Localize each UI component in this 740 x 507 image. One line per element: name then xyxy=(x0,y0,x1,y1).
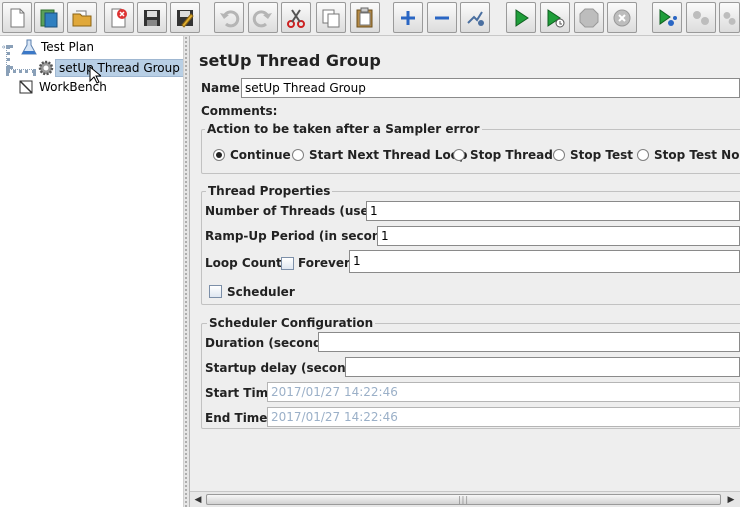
save-as-icon xyxy=(177,9,194,28)
remote-shutdown-button[interactable] xyxy=(719,2,740,33)
scheduler-label: Scheduler xyxy=(227,285,295,299)
name-label: Name: xyxy=(201,81,245,95)
horizontal-scrollbar[interactable]: ◀ ||| ▶ xyxy=(190,491,740,507)
duration-label: Duration (seconds) xyxy=(205,336,335,350)
tree-connector xyxy=(6,69,36,73)
tree-expand-handle-icon[interactable] xyxy=(2,38,10,56)
scrollbar-thumb[interactable]: ||| xyxy=(206,494,721,505)
forever-checkbox[interactable] xyxy=(281,257,294,270)
templates-icon xyxy=(40,9,58,27)
loop-count-input[interactable]: 1 xyxy=(349,250,740,273)
redo-icon xyxy=(252,9,272,27)
tree-node-test-plan[interactable]: Test Plan xyxy=(2,38,97,56)
open-button[interactable] xyxy=(67,2,97,33)
scroll-left-arrow-icon[interactable]: ◀ xyxy=(191,493,205,507)
undo-icon xyxy=(220,9,240,27)
start-no-pauses-icon xyxy=(547,8,565,27)
radio-dot-stop-test[interactable] xyxy=(553,149,565,161)
splitter-handle[interactable] xyxy=(183,36,190,507)
shutdown-button[interactable] xyxy=(607,2,637,33)
duration-input[interactable] xyxy=(318,332,740,352)
save-as-button[interactable] xyxy=(170,2,200,33)
remote-shutdown-icon xyxy=(723,11,736,25)
redo-button[interactable] xyxy=(248,2,278,33)
radio-stop-thread[interactable]: Stop Thread xyxy=(453,148,553,162)
rampup-input[interactable]: 1 xyxy=(377,226,740,246)
radio-dot-continue[interactable] xyxy=(213,149,225,161)
expand-button[interactable] xyxy=(393,2,423,33)
start-no-pauses-button[interactable] xyxy=(540,2,570,33)
expand-icon xyxy=(401,10,415,25)
radio-label-stop-test: Stop Test xyxy=(570,148,633,162)
close-file-icon xyxy=(111,8,127,27)
radio-label-continue: Continue xyxy=(230,148,291,162)
test-plan-tree: Test Plan setUp Thread Group WorkBench xyxy=(0,36,184,507)
threads-label: Number of Threads (users): xyxy=(205,204,393,218)
copy-button[interactable] xyxy=(316,2,346,33)
scheduler-config-legend: Scheduler Configuration xyxy=(207,316,376,330)
paste-icon xyxy=(356,7,373,27)
scroll-right-arrow-icon[interactable]: ▶ xyxy=(724,493,738,507)
gear-icon xyxy=(38,60,54,76)
toggle-icon xyxy=(467,10,484,26)
open-icon xyxy=(72,10,92,26)
undo-button[interactable] xyxy=(214,2,244,33)
start-time-input: 2017/01/27 14:22:46 xyxy=(267,382,740,402)
paste-button[interactable] xyxy=(350,2,380,33)
start-icon xyxy=(515,8,529,27)
mouse-cursor-icon xyxy=(89,66,101,84)
new-button[interactable] xyxy=(2,2,32,33)
cut-icon xyxy=(287,8,305,28)
workbench-icon xyxy=(19,80,33,94)
radio-continue[interactable]: Continue xyxy=(213,148,291,162)
start-button[interactable] xyxy=(506,2,536,33)
thread-properties-legend: Thread Properties xyxy=(206,184,333,198)
tree-label-setup-thread-group: setUp Thread Group xyxy=(55,59,184,77)
name-input[interactable]: setUp Thread Group xyxy=(241,78,740,98)
radio-label-start-next-thread-loop: Start Next Thread Loop xyxy=(309,148,468,162)
cut-button[interactable] xyxy=(281,2,311,33)
threads-input[interactable]: 1 xyxy=(366,201,740,221)
radio-label-stop-test-now: Stop Test Now xyxy=(654,148,740,162)
toolbar xyxy=(0,0,740,36)
start-time-label: Start Time xyxy=(205,386,277,400)
remote-stop-button[interactable] xyxy=(686,2,716,33)
shutdown-icon xyxy=(613,9,631,26)
flask-icon xyxy=(21,39,37,55)
main-panel: setUp Thread Group Name: setUp Thread Gr… xyxy=(190,36,740,507)
radio-label-stop-thread: Stop Thread xyxy=(470,148,553,162)
radio-dot-stop-thread[interactable] xyxy=(453,149,465,161)
end-time-label: End Time xyxy=(205,411,268,425)
scheduler-checkbox[interactable] xyxy=(209,285,222,298)
remote-start-icon xyxy=(659,8,677,26)
startup-delay-input[interactable] xyxy=(345,357,740,377)
stop-icon xyxy=(579,8,599,27)
forever-label: Forever xyxy=(298,256,350,270)
radio-start-next-thread-loop[interactable]: Start Next Thread Loop xyxy=(292,148,468,162)
copy-icon xyxy=(322,9,340,27)
radio-dot-start-next-thread-loop[interactable] xyxy=(292,149,304,161)
comments-label: Comments: xyxy=(201,104,278,118)
end-time-input: 2017/01/27 14:22:46 xyxy=(267,407,740,427)
sampler-error-legend: Action to be taken after a Sampler error xyxy=(205,122,482,136)
save-icon xyxy=(144,9,160,26)
radio-stop-test[interactable]: Stop Test xyxy=(553,148,633,162)
tree-node-setup-thread-group[interactable]: setUp Thread Group xyxy=(37,59,184,77)
new-icon xyxy=(10,8,25,27)
radio-stop-test-now[interactable]: Stop Test Now xyxy=(637,148,740,162)
templates-button[interactable] xyxy=(34,2,64,33)
tree-label-test-plan: Test Plan xyxy=(41,40,94,54)
startup-delay-label: Startup delay (seconds) xyxy=(205,361,367,375)
page-title: setUp Thread Group xyxy=(199,51,381,70)
stop-button[interactable] xyxy=(574,2,604,33)
collapse-button[interactable] xyxy=(427,2,457,33)
collapse-icon xyxy=(435,16,449,19)
close-file-button[interactable] xyxy=(104,2,134,33)
toggle-button[interactable] xyxy=(460,2,490,33)
remote-start-button[interactable] xyxy=(652,2,682,33)
loop-count-label: Loop Count: xyxy=(205,256,287,270)
save-button[interactable] xyxy=(137,2,167,33)
remote-stop-icon xyxy=(693,10,709,25)
radio-dot-stop-test-now[interactable] xyxy=(637,149,649,161)
